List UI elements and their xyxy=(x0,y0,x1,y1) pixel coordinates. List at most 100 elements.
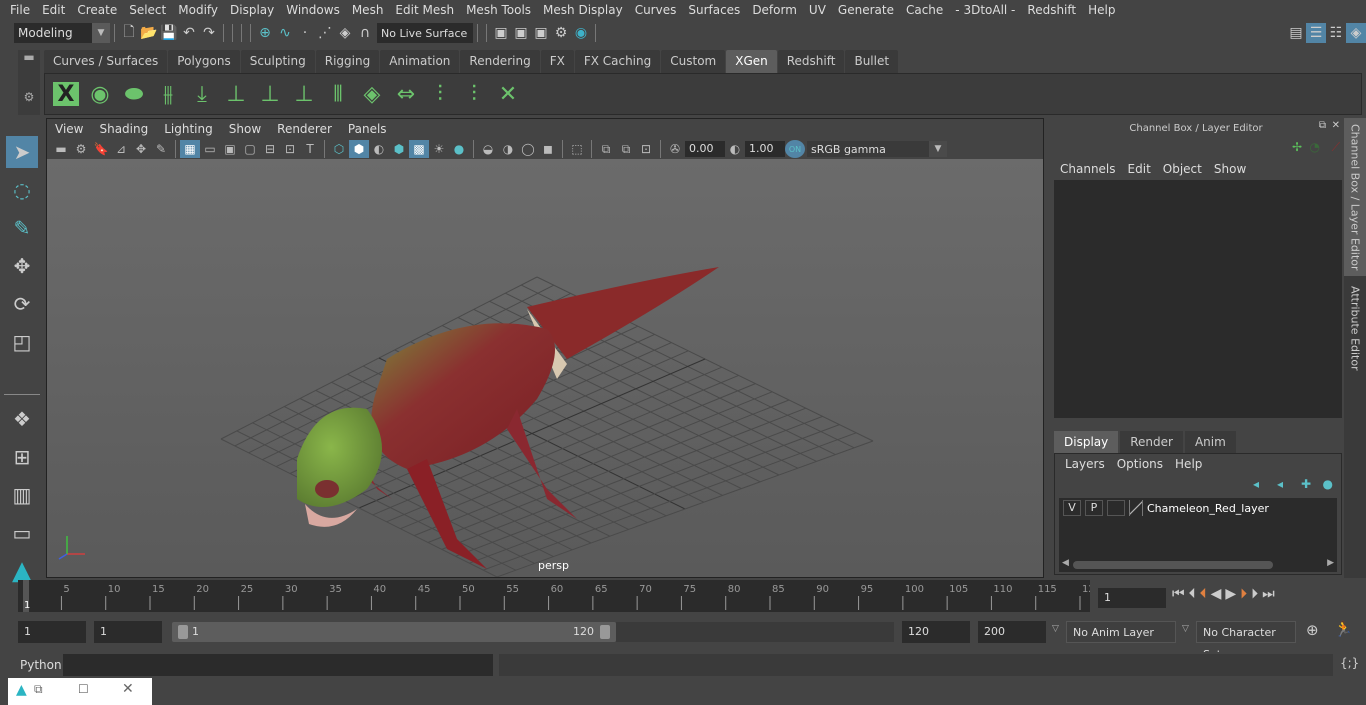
menu-surfaces[interactable]: Surfaces xyxy=(682,3,746,17)
menu-windows[interactable]: Windows xyxy=(280,3,346,17)
scroll-left-icon[interactable]: ◀ xyxy=(1062,558,1069,568)
manipulator-icon[interactable]: ✢ xyxy=(1292,140,1302,154)
channel-menu-object[interactable]: Object xyxy=(1157,162,1208,176)
hyper-icon[interactable]: ⟋ xyxy=(1332,140,1340,155)
menu-3dtoall[interactable]: - 3DtoAll - xyxy=(949,3,1021,17)
motion-blur-icon[interactable]: ◑ xyxy=(498,140,518,158)
open-scene-icon[interactable]: 📂 xyxy=(139,23,159,43)
layer-tab-display[interactable]: Display xyxy=(1054,431,1119,453)
viewport-menu-renderer[interactable]: Renderer xyxy=(269,122,340,136)
command-language-label[interactable]: Python xyxy=(20,658,62,672)
scale-guides-icon[interactable]: ⇔ xyxy=(389,77,423,111)
anti-aliasing-icon[interactable]: ◯ xyxy=(518,140,538,158)
restore-icon[interactable]: ⧉ xyxy=(34,682,43,697)
grid-layer-icon[interactable]: ◈ xyxy=(355,77,389,111)
use-all-lights-icon[interactable]: ☀ xyxy=(429,140,449,158)
layer-name[interactable]: Chameleon_Red_layer xyxy=(1147,502,1269,515)
single-perspective-layout-icon[interactable]: ❖ xyxy=(6,403,38,435)
anim-layer-dropdown[interactable]: No Anim Layer xyxy=(1066,621,1176,643)
select-tool-icon[interactable]: ➤ xyxy=(6,136,38,168)
modeling-toolkit-icon[interactable]: ▤ xyxy=(1286,23,1306,43)
gamma-icon[interactable]: ◐ xyxy=(725,140,745,158)
menu-curves[interactable]: Curves xyxy=(629,3,683,17)
four-view-layout-icon[interactable]: ⊞ xyxy=(6,441,38,473)
go-to-end-icon[interactable]: ⏭ xyxy=(1262,586,1275,602)
shelf-gear-icon[interactable]: ⚙ xyxy=(18,90,40,104)
tool-settings-icon[interactable]: ☷ xyxy=(1326,23,1346,43)
safe-action-icon[interactable]: ⊡ xyxy=(280,140,300,158)
2d-pan-zoom-icon[interactable]: ✥ xyxy=(131,140,151,158)
render-current-icon[interactable]: ▣ xyxy=(511,23,531,43)
menu-generate[interactable]: Generate xyxy=(832,3,900,17)
layer-tab-anim[interactable]: Anim xyxy=(1184,431,1236,453)
clear-preview-icon[interactable]: ⬬ xyxy=(117,77,151,111)
menu-uv[interactable]: UV xyxy=(803,3,832,17)
shelf-collapse-icon[interactable]: ▬ xyxy=(18,50,40,70)
menu-redshift[interactable]: Redshift xyxy=(1021,3,1082,17)
paint-select-icon[interactable]: ✎ xyxy=(6,212,38,244)
safe-title-icon[interactable]: T xyxy=(300,140,320,158)
save-scene-icon[interactable]: 💾 xyxy=(159,23,179,43)
step-back-key-icon[interactable]: ⏴ xyxy=(1200,586,1207,602)
lock-guides-icon[interactable]: ⊥ xyxy=(287,77,321,111)
gate-mask-icon[interactable]: ▢ xyxy=(240,140,260,158)
current-frame-field[interactable]: 1 xyxy=(1098,588,1166,608)
maximize-icon[interactable]: ☐ xyxy=(78,682,89,696)
scrollbar-thumb[interactable] xyxy=(1073,561,1273,569)
channel-box-toggle-icon[interactable]: ◈ xyxy=(1346,23,1366,43)
shelf-tab-animation[interactable]: Animation xyxy=(380,50,460,73)
menu-mesh-display[interactable]: Mesh Display xyxy=(537,3,629,17)
display-type-toggle[interactable] xyxy=(1107,500,1125,516)
mode-dropdown[interactable]: Modeling ▼ xyxy=(14,23,110,43)
step-forward-key-icon[interactable]: ⏵ xyxy=(1240,586,1247,602)
chevron-down-icon[interactable]: ▽ xyxy=(1182,624,1189,634)
shelf-tab-curves-surfaces[interactable]: Curves / Surfaces xyxy=(44,50,168,73)
layout-icon[interactable]: ▭ xyxy=(6,517,38,549)
grease-pencil-icon[interactable]: ✎ xyxy=(151,140,171,158)
gamma-field[interactable]: 1.00 xyxy=(745,141,785,157)
close-icon[interactable]: ✕ xyxy=(122,681,134,697)
snap-grid-icon[interactable]: ⊕ xyxy=(255,23,275,43)
resolution-gate-icon[interactable]: ▣ xyxy=(220,140,240,158)
step-back-icon[interactable]: ⏴ xyxy=(1189,586,1196,602)
play-forward-icon[interactable]: ▶ xyxy=(1225,586,1236,602)
render-view-icon[interactable]: ▣ xyxy=(491,23,511,43)
shelf-tab-sculpting[interactable]: Sculpting xyxy=(240,50,315,73)
menu-edit-mesh[interactable]: Edit Mesh xyxy=(389,3,460,17)
new-layer-icon[interactable]: ✚ xyxy=(1301,477,1311,491)
layer-menu-help[interactable]: Help xyxy=(1169,457,1208,471)
play-backward-icon[interactable]: ◀ xyxy=(1211,586,1222,602)
channel-menu-edit[interactable]: Edit xyxy=(1122,162,1157,176)
layer-menu-options[interactable]: Options xyxy=(1111,457,1169,471)
layer-color-swatch[interactable] xyxy=(1129,500,1143,516)
field-chart-icon[interactable]: ⊟ xyxy=(260,140,280,158)
default-lighting-icon[interactable]: ◐ xyxy=(369,140,389,158)
redo-icon[interactable]: ↷ xyxy=(199,23,219,43)
rotate-tool-icon[interactable]: ⟳ xyxy=(6,288,38,320)
color-management-toggle-icon[interactable]: ON xyxy=(785,140,805,158)
snap-curve-icon[interactable]: ∿ xyxy=(275,23,295,43)
menu-create[interactable]: Create xyxy=(71,3,123,17)
render-settings-icon[interactable]: ⚙ xyxy=(551,23,571,43)
layer-tab-render[interactable]: Render xyxy=(1120,431,1183,453)
go-to-start-icon[interactable]: ⏮ xyxy=(1172,586,1185,602)
bookmark-icon[interactable]: 🔖 xyxy=(91,140,111,158)
color-space-dropdown[interactable]: sRGB gamma ▼ xyxy=(807,141,947,157)
place-guides-icon[interactable]: ⤓ xyxy=(185,77,219,111)
viewport-menu-view[interactable]: View xyxy=(47,122,91,136)
attribute-editor-toggle-icon[interactable]: ☰ xyxy=(1306,23,1326,43)
make-live-icon[interactable]: ∩ xyxy=(355,23,375,43)
shelf-tab-custom[interactable]: Custom xyxy=(661,50,726,73)
show-guides-icon[interactable]: ⊥ xyxy=(253,77,287,111)
character-set-dropdown[interactable]: No Character Set xyxy=(1196,621,1296,661)
auto-key-icon[interactable]: ⊕ xyxy=(1306,621,1319,639)
menu-edit[interactable]: Edit xyxy=(36,3,71,17)
undo-icon[interactable]: ↶ xyxy=(179,23,199,43)
shelf-tab-fx-caching[interactable]: FX Caching xyxy=(574,50,661,73)
viewport-menu-show[interactable]: Show xyxy=(221,122,269,136)
tab-attribute-editor[interactable]: Attribute Editor xyxy=(1344,278,1366,378)
menu-cache[interactable]: Cache xyxy=(900,3,949,17)
tab-channel-box[interactable]: Channel Box / Layer Editor xyxy=(1344,118,1366,276)
snap-surface-icon[interactable]: ◈ xyxy=(335,23,355,43)
layer-scrollbar[interactable]: ◀ ▶ xyxy=(1059,558,1337,572)
